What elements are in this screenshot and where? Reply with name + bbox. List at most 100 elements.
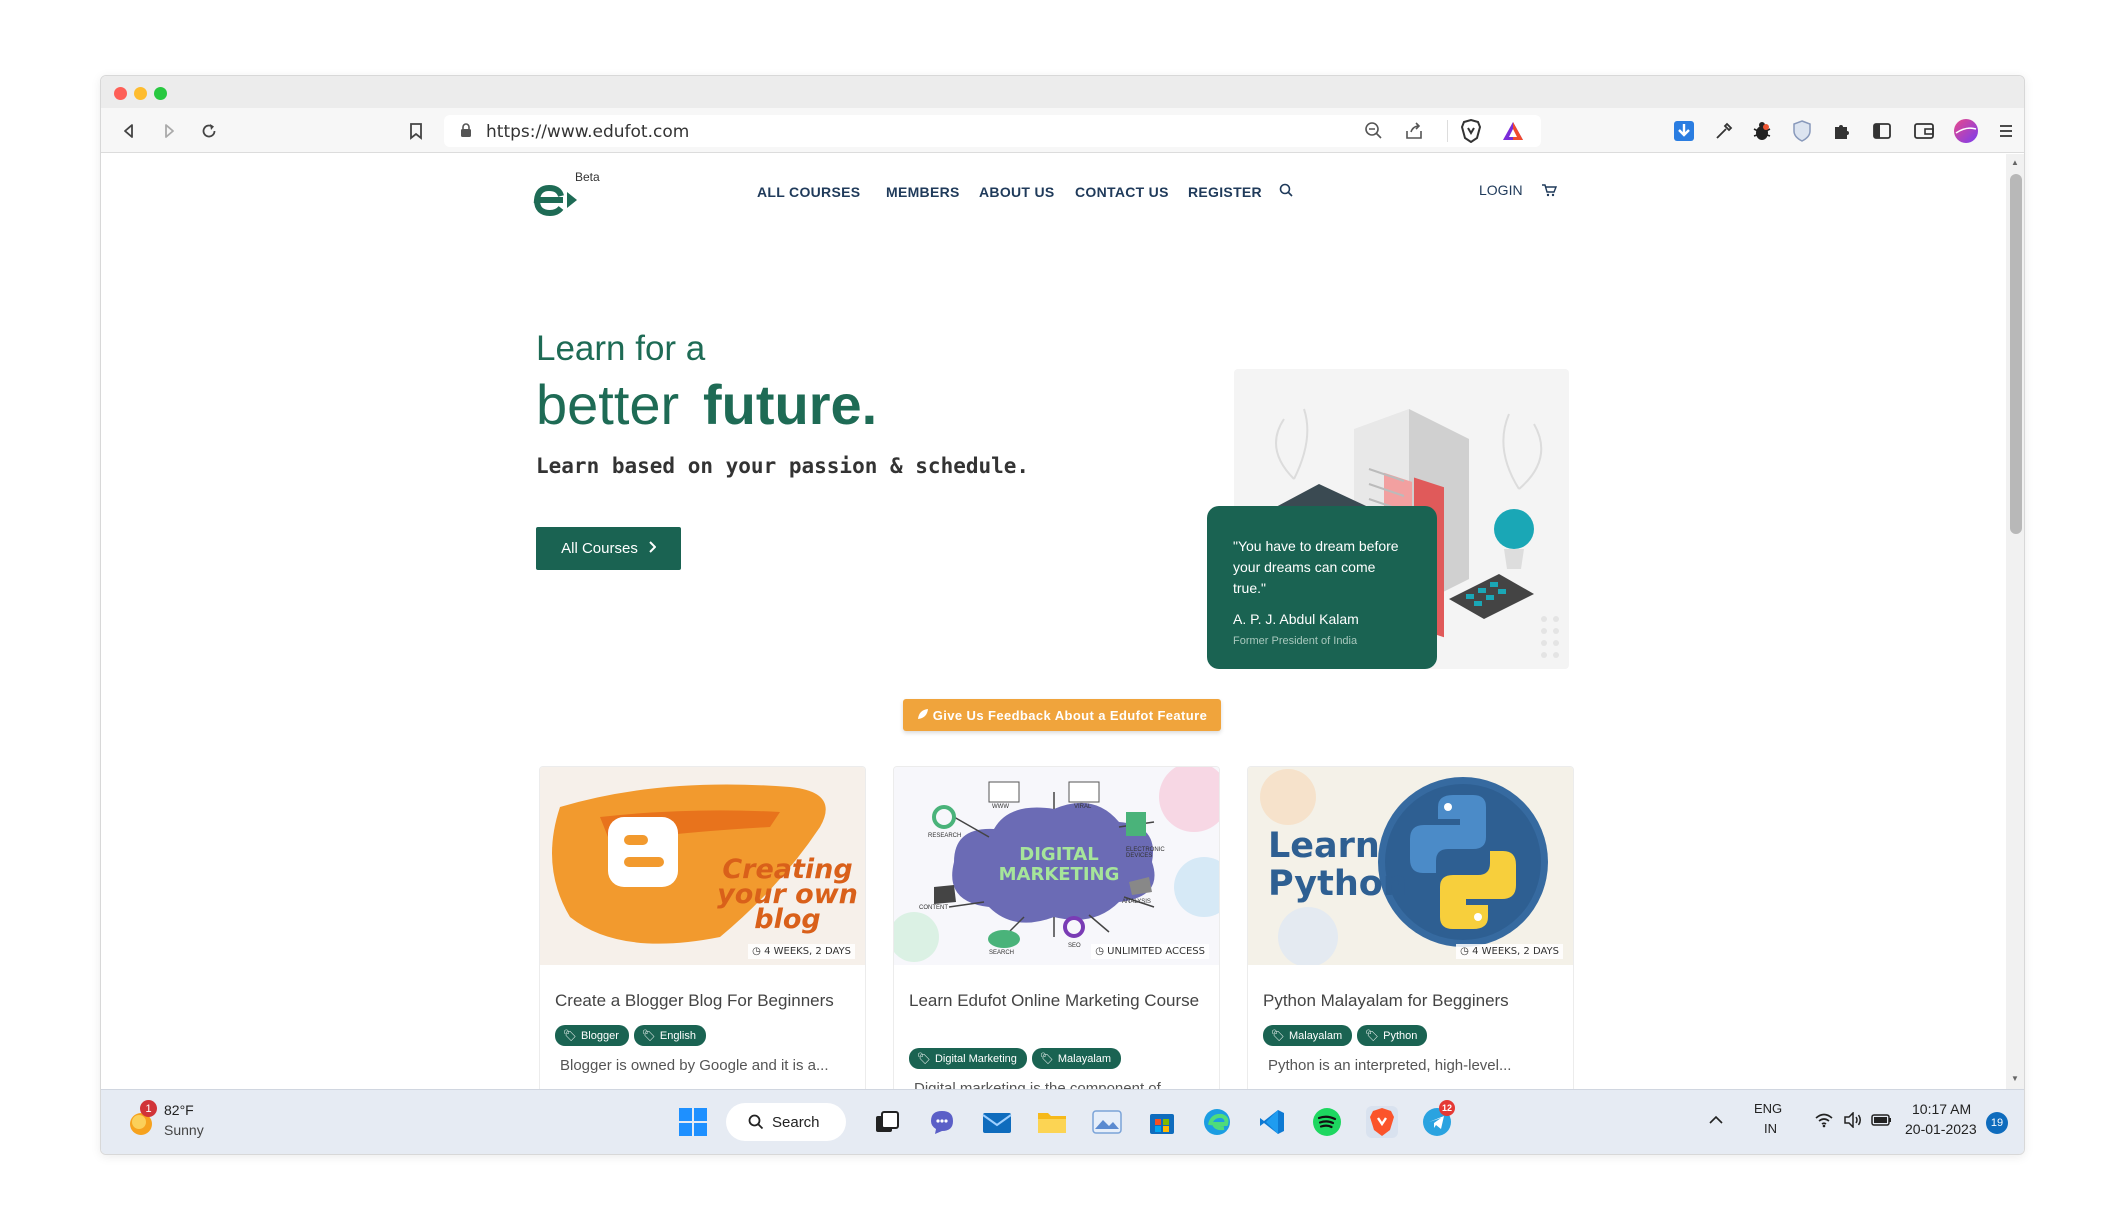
weather-widget[interactable]: 1 xyxy=(127,1100,157,1141)
tag-label: Digital Marketing xyxy=(934,1052,1017,1065)
course-tag[interactable]: 🏷 Malayalam xyxy=(1263,1025,1353,1046)
scroll-down-icon[interactable]: ▼ xyxy=(2011,1074,2019,1083)
thumbnail-label: WWW xyxy=(992,804,1009,810)
hero-subtitle: Learn based on your passion & schedule. xyxy=(536,454,1030,478)
tag-label: Blogger xyxy=(580,1029,619,1042)
course-tags: 🏷 Blogger 🏷 English xyxy=(555,1025,706,1046)
course-card[interactable]: Creating your own blog ◷ 4 WEEKS, 2 DAYS… xyxy=(539,766,866,1089)
microsoft-store-icon[interactable] xyxy=(1146,1106,1178,1138)
edufot-logo[interactable]: Beta xyxy=(531,170,600,223)
extensions-puzzle-icon[interactable] xyxy=(1829,118,1855,144)
hero-heading-bold: future. xyxy=(703,373,878,436)
weather-condition: Sunny xyxy=(164,1122,204,1138)
page-scrollbar[interactable]: ▲ ▼ xyxy=(2006,154,2024,1089)
search-icon xyxy=(748,1114,764,1130)
language-region[interactable]: IN xyxy=(1764,1121,1777,1136)
feedback-button[interactable]: Give Us Feedback About a Edufot Feature xyxy=(903,699,1221,731)
teams-chat-icon[interactable] xyxy=(926,1106,958,1138)
course-card[interactable]: Learn Python ◷ 4 WEEKS, 2 DAYS Python Ma… xyxy=(1247,766,1574,1089)
title-bar xyxy=(101,76,2024,108)
chevron-right-icon xyxy=(648,540,657,557)
spotify-icon[interactable] xyxy=(1311,1106,1343,1138)
course-title[interactable]: Python Malayalam for Begginers xyxy=(1263,989,1563,1012)
clock-time[interactable]: 10:17 AM xyxy=(1912,1101,1971,1117)
login-link[interactable]: LOGIN xyxy=(1479,182,1523,198)
address-divider xyxy=(1447,120,1448,142)
beta-badge: Beta xyxy=(575,170,600,184)
profile-avatar-icon[interactable] xyxy=(1953,118,1979,144)
language-code[interactable]: ENG xyxy=(1754,1101,1782,1116)
nav-all-courses[interactable]: ALL COURSES xyxy=(757,184,860,200)
course-thumbnail-text: DIGITAL MARKETING xyxy=(998,844,1120,885)
brave-rewards-icon[interactable] xyxy=(1501,120,1525,147)
eyedropper-icon[interactable] xyxy=(1711,118,1737,144)
tag-icon: 🏷 xyxy=(641,1030,656,1042)
nav-contact-us[interactable]: CONTACT US xyxy=(1075,184,1169,200)
wifi-icon[interactable] xyxy=(1814,1112,1834,1133)
notification-count-badge[interactable]: 19 xyxy=(1986,1112,2008,1134)
course-card[interactable]: DIGITAL MARKETING RESEARCH WWW VIRAL ELE… xyxy=(893,766,1220,1089)
minimize-window-button[interactable] xyxy=(134,87,147,100)
task-view-icon[interactable] xyxy=(871,1106,903,1138)
scroll-up-icon[interactable]: ▲ xyxy=(2011,158,2019,167)
page-viewport: Beta ALL COURSES MEMBERS ABOUT US CONTAC… xyxy=(101,154,2006,1089)
back-icon[interactable] xyxy=(116,118,142,144)
mail-icon[interactable] xyxy=(981,1106,1013,1138)
url-text: https://www.edufot.com xyxy=(486,122,690,142)
course-tag[interactable]: 🏷 Digital Marketing xyxy=(909,1048,1027,1069)
taskbar-search-box[interactable]: Search xyxy=(726,1103,846,1141)
wallet-icon[interactable] xyxy=(1911,118,1937,144)
nav-about-us[interactable]: ABOUT US xyxy=(979,184,1055,200)
course-title[interactable]: Create a Blogger Blog For Beginners xyxy=(555,989,855,1012)
reload-icon[interactable] xyxy=(196,118,222,144)
course-title[interactable]: Learn Edufot Online Marketing Course xyxy=(909,989,1209,1012)
vscode-icon[interactable] xyxy=(1256,1106,1288,1138)
maximize-window-button[interactable] xyxy=(154,87,167,100)
zoom-out-icon[interactable] xyxy=(1364,121,1384,146)
telegram-icon[interactable]: 12 xyxy=(1421,1100,1456,1138)
edge-browser-icon[interactable] xyxy=(1201,1106,1233,1138)
course-tag[interactable]: 🏷 Python xyxy=(1357,1025,1428,1046)
download-icon[interactable] xyxy=(1671,118,1697,144)
course-tag[interactable]: 🏷 Blogger xyxy=(555,1025,629,1046)
menu-icon[interactable] xyxy=(1993,118,2019,144)
course-thumbnail[interactable]: DIGITAL MARKETING RESEARCH WWW VIRAL ELE… xyxy=(894,767,1219,965)
course-thumbnail[interactable]: Creating your own blog ◷ 4 WEEKS, 2 DAYS xyxy=(540,767,865,965)
course-duration: ◷ UNLIMITED ACCESS xyxy=(1091,944,1209,959)
address-bar[interactable]: https://www.edufot.com xyxy=(444,115,1541,147)
brave-shield-icon[interactable] xyxy=(1460,118,1482,148)
photos-icon[interactable] xyxy=(1091,1106,1123,1138)
nav-members[interactable]: MEMBERS xyxy=(886,184,960,200)
bookmark-icon[interactable] xyxy=(403,118,429,144)
volume-icon[interactable] xyxy=(1843,1111,1863,1133)
extension-bug-icon[interactable] xyxy=(1749,118,1775,144)
tag-label: Malayalam xyxy=(1057,1052,1112,1065)
thumbnail-label: RESEARCH xyxy=(928,833,962,839)
close-window-button[interactable] xyxy=(114,87,127,100)
share-icon[interactable] xyxy=(1404,121,1424,146)
search-icon[interactable] xyxy=(1279,183,1294,203)
course-duration-text: UNLIMITED ACCESS xyxy=(1107,946,1205,957)
clock-date[interactable]: 20-01-2023 xyxy=(1905,1121,1977,1137)
course-thumbnail[interactable]: Learn Python ◷ 4 WEEKS, 2 DAYS xyxy=(1248,767,1573,965)
scrollbar-thumb[interactable] xyxy=(2010,174,2022,534)
chevron-up-icon[interactable] xyxy=(1708,1112,1724,1130)
all-courses-button[interactable]: All Courses xyxy=(536,527,681,570)
cart-icon[interactable] xyxy=(1541,183,1558,202)
sidebar-toggle-icon[interactable] xyxy=(1869,118,1895,144)
forward-icon[interactable] xyxy=(156,118,182,144)
nav-register[interactable]: REGISTER xyxy=(1188,184,1262,200)
windows-start-icon[interactable] xyxy=(677,1106,709,1138)
brave-browser-icon[interactable] xyxy=(1366,1106,1398,1138)
quote-author-role: Former President of India xyxy=(1233,635,1358,647)
course-description: Blogger is owned by Google and it is a..… xyxy=(560,1057,829,1074)
course-tag[interactable]: 🏷 Malayalam xyxy=(1031,1048,1122,1069)
course-duration: ◷ 4 WEEKS, 2 DAYS xyxy=(748,944,855,959)
battery-icon[interactable] xyxy=(1871,1112,1893,1133)
file-explorer-icon[interactable] xyxy=(1036,1106,1068,1138)
tag-icon: 🏷 xyxy=(1271,1030,1285,1042)
browser-window: https://www.edufot.com Beta ALL COURSES … xyxy=(100,75,2025,1155)
course-tag[interactable]: 🏷 English xyxy=(633,1025,706,1046)
shield-extension-icon[interactable] xyxy=(1789,118,1815,144)
thumbnail-label: SEO xyxy=(1068,943,1081,949)
